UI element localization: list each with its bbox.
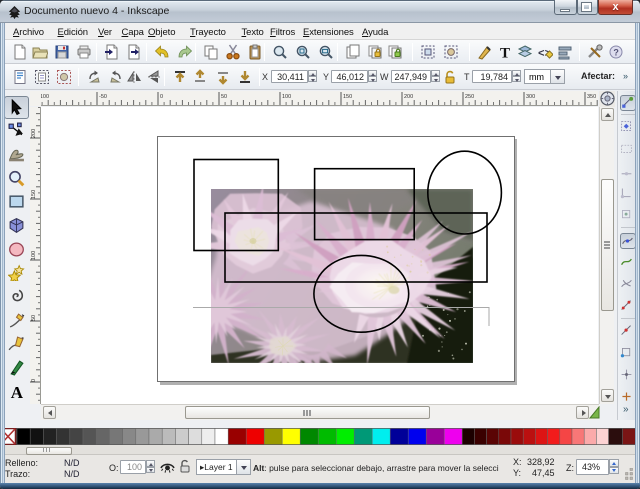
- svg-text:100: 100: [31, 251, 37, 260]
- svg-text:150: 150: [31, 190, 37, 199]
- svg-text:0: 0: [160, 94, 163, 100]
- svg-text:A: A: [11, 383, 24, 400]
- svg-text:250: 250: [465, 94, 474, 100]
- svg-text:200: 200: [31, 129, 37, 138]
- svg-text:-50: -50: [99, 94, 107, 100]
- svg-text:300: 300: [526, 94, 535, 100]
- svg-text:150: 150: [343, 94, 352, 100]
- svg-text:?: ?: [613, 48, 619, 58]
- svg-text:350: 350: [587, 94, 596, 100]
- svg-text:-100: -100: [41, 94, 49, 100]
- svg-text:100: 100: [282, 94, 291, 100]
- svg-text:50: 50: [31, 315, 37, 321]
- svg-text:50: 50: [221, 94, 227, 100]
- svg-text:T: T: [500, 46, 510, 61]
- svg-text:200: 200: [404, 94, 413, 100]
- svg-text:0: 0: [31, 379, 37, 382]
